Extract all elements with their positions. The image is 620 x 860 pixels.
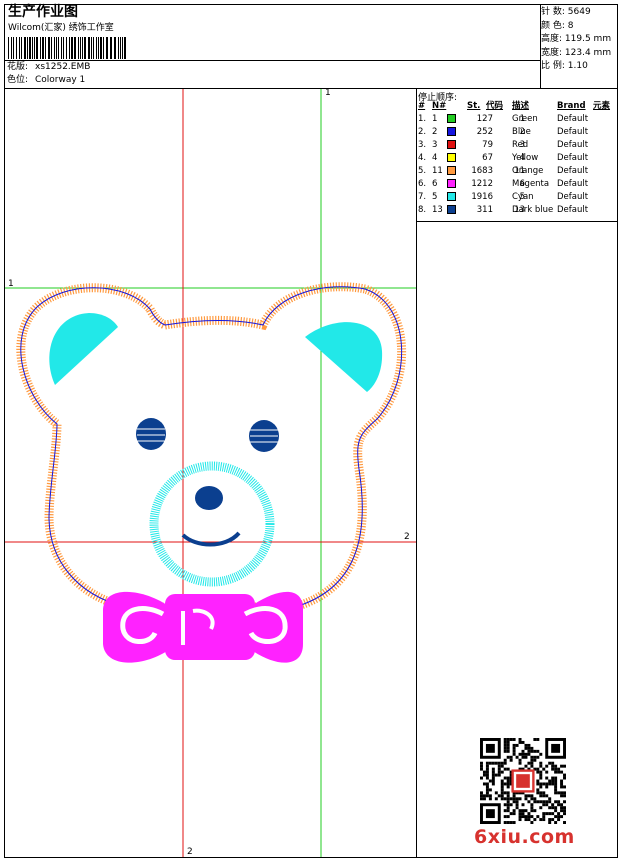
design-label: 花版:: [7, 62, 29, 72]
row-stitches: 311: [476, 205, 493, 215]
bow-right-lobe: [250, 591, 303, 663]
right-ear-fill: [305, 322, 383, 392]
row-num: 7.: [418, 192, 427, 202]
design-stats: 针 数: 5649 颜 色: 8 高度: 119.5 mm 宽度: 123.4 …: [541, 6, 611, 74]
left-ear-fill: [49, 313, 118, 385]
table-row: 5. 11 1683 11 Orange Default: [417, 165, 617, 178]
color-swatch: [447, 127, 456, 136]
table-row: 7. 5 1916 5 Cyan Default: [417, 191, 617, 204]
col-header-brand: Brand: [557, 101, 586, 111]
col-header-element: 元素: [593, 101, 611, 111]
row-brand: Default: [557, 166, 589, 176]
table-row: 3. 3 79 3 Red Default: [417, 139, 617, 152]
row-desc: Green: [512, 114, 538, 124]
barcode: [8, 37, 126, 59]
guide-label-red-right: 2: [404, 532, 410, 542]
color-swatch: [447, 192, 456, 201]
row-brand: Default: [557, 192, 589, 202]
row-stitches: 79: [482, 140, 493, 150]
row-n: 4: [432, 153, 438, 163]
row-n: 13: [432, 205, 443, 215]
row-brand: Default: [557, 140, 589, 150]
table-row: 2. 2 252 2 Blue Default: [417, 126, 617, 139]
row-desc: Blue: [512, 127, 531, 137]
row-desc: Dark blue: [512, 205, 554, 215]
table-row: 8. 13 311 13 Dark blue Default: [417, 204, 617, 217]
col-header-index: #: [418, 101, 426, 111]
row-n: 2: [432, 127, 438, 137]
color-swatch: [447, 205, 456, 214]
guide-label-red-bottom: 2: [187, 847, 193, 857]
row-num: 2.: [418, 127, 427, 137]
col-header-stitches: St.: [467, 101, 481, 111]
row-n: 3: [432, 140, 438, 150]
row-num: 5.: [418, 166, 427, 176]
nose: [195, 486, 223, 510]
mouth: [181, 531, 241, 547]
row-brand: Default: [557, 179, 589, 189]
colorway-name: Colorway 1: [35, 75, 86, 85]
row-desc: Red: [512, 140, 529, 150]
color-swatch: [447, 166, 456, 175]
col-header-n: N#: [432, 101, 447, 111]
qr-code: [480, 738, 566, 824]
stat-height: 高度: 119.5 mm: [541, 34, 612, 44]
right-eye: [249, 420, 279, 452]
table-header-row: # N# St. 代码 描述 Brand 元素: [417, 100, 617, 113]
bow-left-lobe: [103, 591, 170, 663]
color-swatch: [447, 114, 456, 123]
color-swatch: [447, 153, 456, 162]
row-num: 8.: [418, 205, 427, 215]
row-num: 6.: [418, 179, 427, 189]
row-stitches: 127: [476, 114, 493, 124]
design-file: xs1252.EMB: [35, 62, 91, 72]
stat-width: 宽度: 123.4 mm: [541, 47, 612, 58]
table-row: 4. 4 67 4 Yellow Default: [417, 152, 617, 165]
stat-stitches: 针 数: 5649: [541, 7, 591, 17]
row-num: 1.: [418, 114, 427, 124]
row-stitches: 252: [476, 127, 493, 137]
studio-name: Wilcom(汇家) 绣饰工作室: [8, 23, 114, 33]
guide-label-green-top: 1: [325, 88, 331, 98]
row-brand: Default: [557, 205, 589, 215]
bow-tie: [103, 591, 303, 663]
table-row: 6. 6 1212 6 Magenta Default: [417, 178, 617, 191]
left-eye: [136, 418, 166, 450]
row-desc: Yellow: [512, 153, 539, 163]
colorway-label: 色位:: [7, 75, 29, 85]
guide-label-green-left: 1: [8, 279, 14, 289]
row-n: 11: [432, 166, 443, 176]
row-n: 5: [432, 192, 438, 202]
color-swatch: [447, 179, 456, 188]
row-n: 6: [432, 179, 438, 189]
muzzle-ring: [149, 461, 275, 587]
row-desc: Cyan: [512, 192, 534, 202]
row-stitches: 1916: [471, 192, 493, 202]
design-info-divider: [4, 60, 540, 61]
row-stitches: 67: [482, 153, 493, 163]
stat-scale: 比 例: 1.10: [541, 61, 588, 71]
color-swatch: [447, 140, 456, 149]
design-canvas: [5, 89, 416, 857]
row-brand: Default: [557, 153, 589, 163]
row-stitches: 1212: [471, 179, 493, 189]
row-n: 1: [432, 114, 438, 124]
row-desc: Orange: [512, 166, 544, 176]
row-num: 4.: [418, 153, 427, 163]
table-bottom-divider: [416, 221, 618, 222]
row-stitches: 1683: [471, 166, 493, 176]
row-brand: Default: [557, 127, 589, 137]
row-num: 3.: [418, 140, 427, 150]
table-row: 1. 1 127 1 Green Default: [417, 113, 617, 126]
row-brand: Default: [557, 114, 589, 124]
stat-colors: 颜 色: 8: [541, 20, 574, 31]
col-header-desc: 描述: [512, 101, 530, 111]
col-header-code: 代码: [486, 101, 504, 111]
watermark: 6xiu.com: [474, 826, 575, 848]
row-desc: Magenta: [512, 179, 550, 189]
page-title: 生产作业图: [8, 4, 78, 20]
